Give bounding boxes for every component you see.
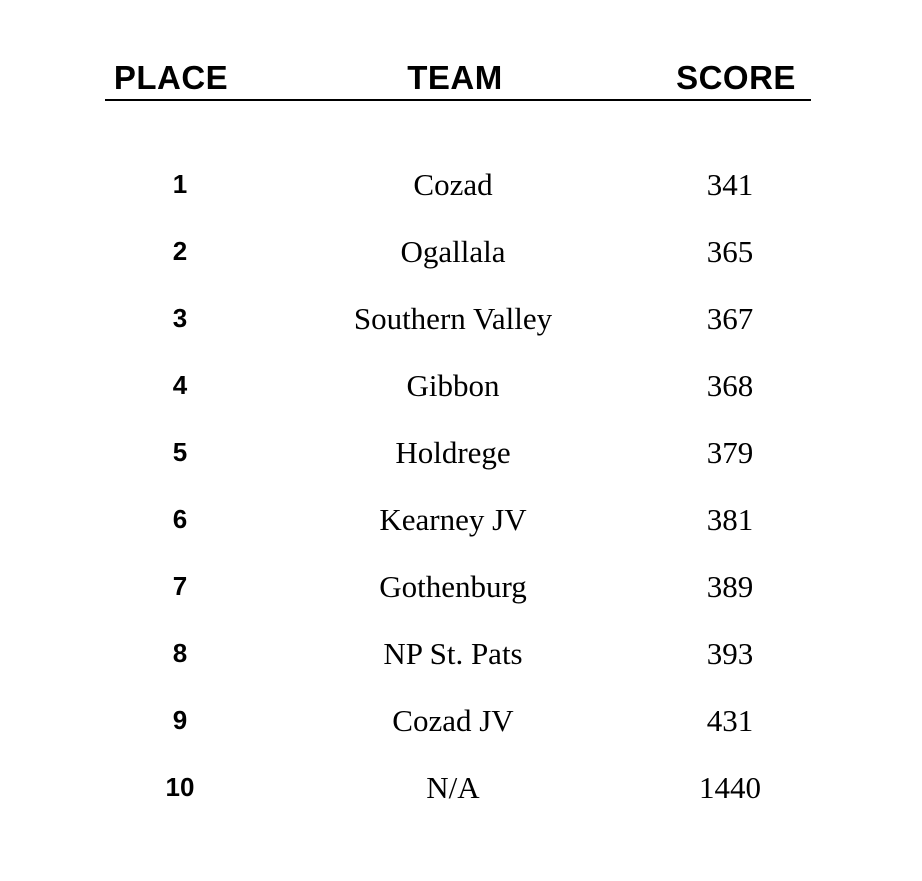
- cell-place: 10: [165, 772, 195, 802]
- column-header-place[interactable]: PLACE: [71, 58, 271, 98]
- column-header-score[interactable]: SCORE: [636, 58, 836, 98]
- table-row: 5 Holdrege 379: [0, 419, 922, 486]
- table-row: 7 Gothenburg 389: [0, 553, 922, 620]
- cell-team: Ogallala: [400, 234, 506, 269]
- table-row: 10 N/A 1440: [0, 754, 922, 821]
- table-row: 3 Southern Valley 367: [0, 285, 922, 352]
- header-divider-rule: [105, 99, 811, 101]
- cell-team: Cozad: [413, 167, 493, 202]
- cell-score: 389: [706, 569, 754, 604]
- table-row: 4 Gibbon 368: [0, 352, 922, 419]
- table-row: 2 Ogallala 365: [0, 218, 922, 285]
- cell-team: Kearney JV: [379, 502, 527, 537]
- cell-score: 393: [706, 636, 754, 671]
- cell-team: NP St. Pats: [383, 636, 523, 671]
- cell-place: 6: [172, 504, 188, 534]
- table-row: 9 Cozad JV 431: [0, 687, 922, 754]
- cell-place: 8: [172, 638, 188, 668]
- table-row: 1 Cozad 341: [0, 151, 922, 218]
- cell-place: 4: [172, 370, 188, 400]
- cell-team: Gothenburg: [379, 569, 527, 604]
- cell-score: 368: [706, 368, 754, 403]
- cell-place: 5: [172, 437, 188, 467]
- cell-team: Southern Valley: [353, 301, 553, 336]
- cell-team: Cozad JV: [392, 703, 514, 738]
- cell-place: 1: [172, 169, 188, 199]
- cell-team: Holdrege: [395, 435, 511, 470]
- cell-score: 379: [706, 435, 754, 470]
- cell-score: 367: [706, 301, 754, 336]
- table-body: 1 Cozad 341 2 Ogallala 365 3 Southern Va…: [0, 151, 922, 821]
- column-header-team[interactable]: TEAM: [355, 58, 555, 98]
- cell-place: 3: [172, 303, 188, 333]
- cell-place: 9: [172, 705, 188, 735]
- cell-score: 381: [706, 502, 754, 537]
- table-row: 8 NP St. Pats 393: [0, 620, 922, 687]
- cell-team: N/A: [426, 770, 480, 805]
- table-row: 6 Kearney JV 381: [0, 486, 922, 553]
- cell-score: 341: [706, 167, 754, 202]
- cell-score: 1440: [699, 770, 761, 805]
- cell-place: 7: [172, 571, 188, 601]
- cell-score: 365: [706, 234, 754, 269]
- cell-score: 431: [706, 703, 754, 738]
- cell-team: Gibbon: [406, 368, 500, 403]
- table-header-row: PLACE TEAM SCORE: [0, 58, 922, 100]
- cell-place: 2: [172, 236, 188, 266]
